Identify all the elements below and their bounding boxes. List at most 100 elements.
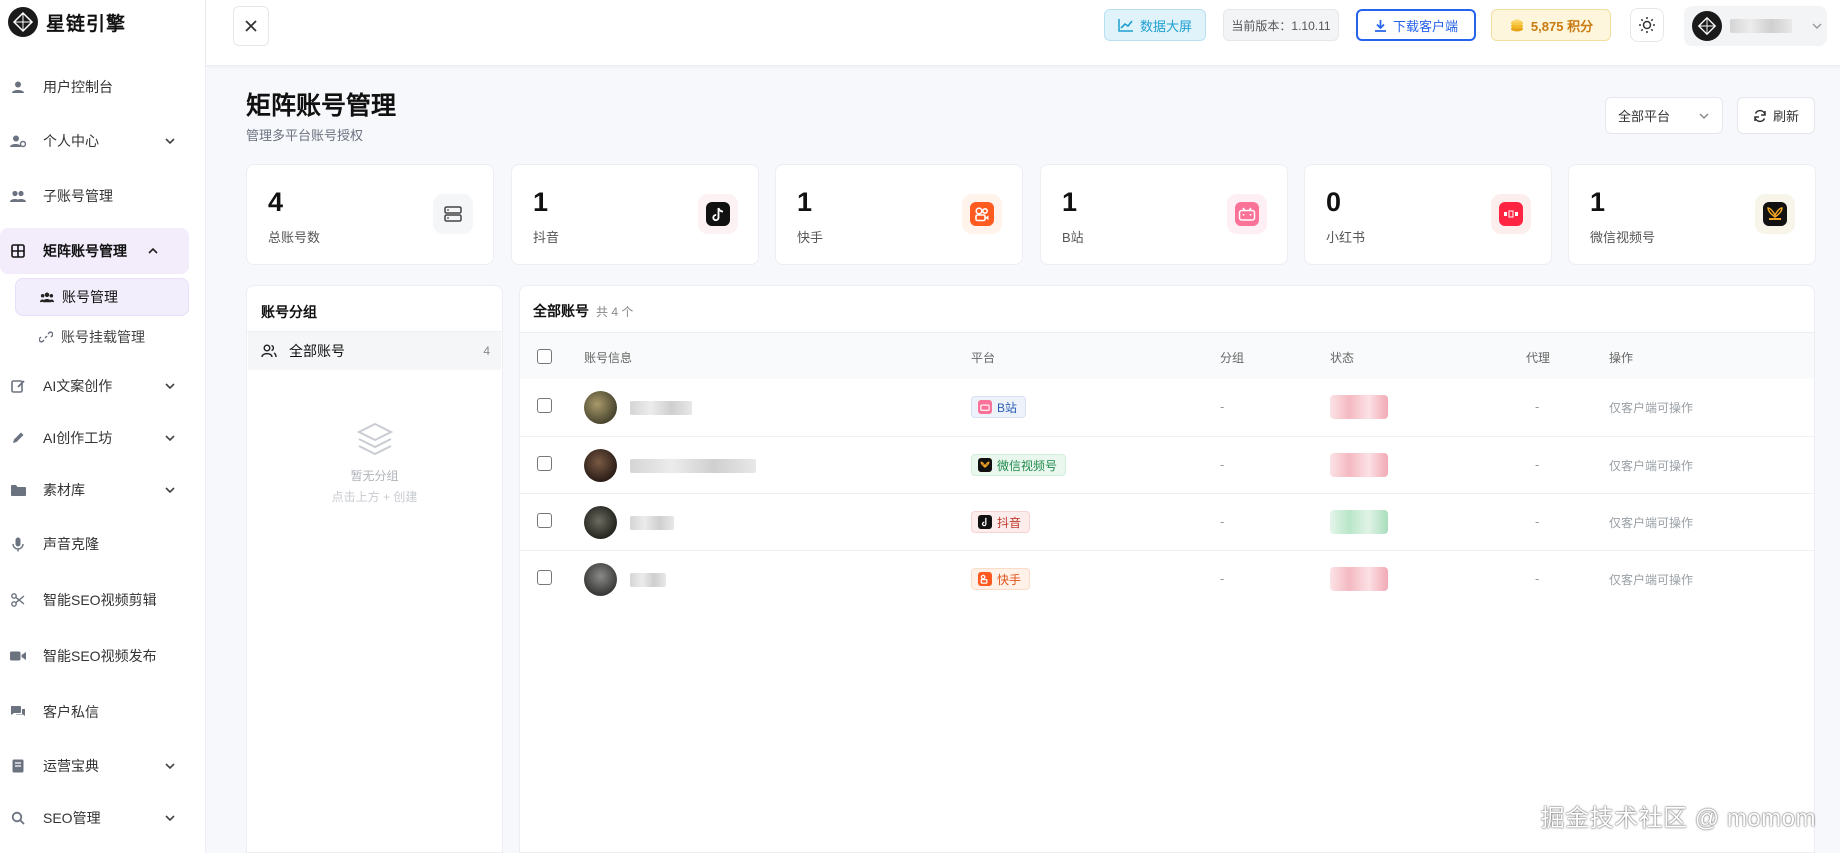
platform-filter-select[interactable]: 全部平台: [1605, 97, 1723, 134]
page-title: 矩阵账号管理: [246, 92, 397, 120]
sidebar-item-ai-workshop[interactable]: AI创作工坊: [0, 415, 206, 461]
sidebar-item-label: 个人中心: [43, 133, 99, 149]
pencil-icon: [10, 430, 26, 446]
video-icon: [10, 648, 26, 664]
bilibili-icon: [978, 400, 992, 414]
table-row: 快手 - - 仅客户端可操作: [520, 550, 1814, 607]
sidebar-item-account-management[interactable]: 账号管理: [15, 278, 189, 316]
stat-card-bilibili: 1 B站: [1040, 164, 1288, 265]
sidebar-item-label: 客户私信: [43, 704, 99, 720]
sidebar-item-label: 用户控制台: [43, 79, 113, 95]
chart-line-icon: [1118, 19, 1133, 32]
close-icon: [245, 20, 257, 32]
stat-card-kuaishou: 1 快手: [775, 164, 1023, 265]
platform-tag-label: 抖音: [997, 515, 1022, 530]
version-badge: 当前版本：1.10.11: [1223, 9, 1339, 41]
account-name-redacted: [630, 401, 692, 415]
table-row: B站 - - 仅客户端可操作: [520, 379, 1814, 436]
sidebar-item-seo-video-edit[interactable]: 智能SEO视频剪辑: [0, 577, 206, 623]
sidebar-item-seo-management[interactable]: SEO管理: [0, 795, 206, 841]
status-badge: [1330, 395, 1388, 419]
sidebar-item-personal-center[interactable]: 个人中心: [0, 118, 206, 164]
account-name-redacted: [630, 573, 666, 587]
table-row: 抖音 - - 仅客户端可操作: [520, 493, 1814, 550]
user-menu[interactable]: [1684, 6, 1827, 46]
chevron-down-icon: [164, 483, 176, 499]
sidebar-item-ai-copywriting[interactable]: AI文案创作: [0, 363, 206, 409]
status-badge: [1330, 510, 1388, 534]
douyin-icon: [698, 194, 738, 234]
sidebar-item-label: 智能SEO视频剪辑: [43, 592, 157, 608]
wechat-channels-icon: [1755, 194, 1795, 234]
layers-icon: [356, 422, 393, 456]
status-badge: [1330, 567, 1388, 591]
brand[interactable]: 星链引擎: [0, 0, 205, 44]
platform-filter-value: 全部平台: [1618, 109, 1671, 124]
chat-icon: [10, 704, 26, 720]
stat-label: 小红书: [1326, 230, 1366, 245]
points-label: 5,875 积分: [1530, 18, 1594, 34]
wechat-channels-icon: [978, 458, 992, 472]
th-action: 操作: [1609, 351, 1634, 365]
sidebar-item-matrix-accounts[interactable]: 矩阵账号管理: [0, 228, 189, 274]
row-checkbox[interactable]: [537, 570, 552, 585]
link-icon: [39, 330, 53, 344]
sidebar-item-operations-guide[interactable]: 运营宝典: [0, 743, 206, 789]
stat-card-total: 4 总账号数: [246, 164, 494, 265]
account-name-redacted: [630, 459, 756, 473]
douyin-icon: [978, 515, 992, 529]
group-cell: -: [1220, 514, 1225, 529]
chevron-down-icon: [164, 134, 176, 150]
empty-title: 暂无分组: [350, 469, 399, 483]
download-client-label: 下载客户端: [1392, 18, 1458, 34]
platform-tag: 微信视频号: [971, 454, 1067, 476]
sidebar-item-label: 账号挂载管理: [61, 329, 145, 345]
sidebar-item-seo-video-publish[interactable]: 智能SEO视频发布: [0, 633, 206, 679]
sidebar-item-customer-messages[interactable]: 客户私信: [0, 689, 206, 735]
th-status: 状态: [1330, 351, 1355, 365]
refresh-button[interactable]: 刷新: [1737, 97, 1815, 134]
points-button[interactable]: 5,875 积分: [1491, 9, 1611, 41]
select-all-checkbox[interactable]: [537, 349, 552, 364]
sidebar-item-label: 账号管理: [62, 289, 118, 305]
refresh-label: 刷新: [1772, 109, 1799, 124]
chevron-down-icon: [1812, 23, 1822, 29]
chevron-down-icon: [164, 759, 176, 775]
avatar: [584, 391, 617, 424]
sidebar-item-label: SEO管理: [43, 810, 101, 826]
watermark: 掘金技术社区 @ momom: [1540, 805, 1816, 832]
data-dashboard-button[interactable]: 数据大屏: [1104, 9, 1206, 41]
table-title: 全部账号: [533, 303, 589, 319]
group-item-count: 4: [483, 344, 490, 358]
sidebar-item-account-mount[interactable]: 账号挂载管理: [15, 318, 189, 356]
group-item-label: 全部账号: [289, 343, 345, 359]
row-checkbox[interactable]: [537, 513, 552, 528]
sidebar-item-voice-clone[interactable]: 声音克隆: [0, 521, 206, 567]
avatar: [1692, 11, 1722, 41]
row-checkbox[interactable]: [537, 398, 552, 413]
account-groups-panel: 账号分组 全部账号 4 暂无分组 点击上方 + 创建: [246, 285, 503, 853]
sidebar-item-label: 声音克隆: [43, 536, 99, 552]
group-cell: -: [1220, 399, 1225, 414]
table-row: 微信视频号 - - 仅客户端可操作: [520, 436, 1814, 493]
close-button[interactable]: [233, 6, 269, 46]
platform-tag: B站: [971, 396, 1027, 418]
search-icon: [10, 810, 26, 826]
sidebar-item-user-console[interactable]: 用户控制台: [0, 64, 206, 110]
proxy-cell: -: [1535, 514, 1540, 529]
row-checkbox[interactable]: [537, 456, 552, 471]
sidebar-item-label: 智能SEO视频发布: [43, 648, 157, 664]
sidebar-item-label: 子账号管理: [43, 188, 113, 204]
folder-icon: [10, 482, 26, 498]
group-item-all[interactable]: 全部账号 4: [248, 332, 501, 370]
proxy-cell: -: [1535, 399, 1540, 414]
chevron-down-icon: [164, 431, 176, 447]
download-client-button[interactable]: 下载客户端: [1356, 9, 1476, 41]
theme-toggle-button[interactable]: [1630, 8, 1664, 42]
sidebar-item-sub-accounts[interactable]: 子账号管理: [0, 173, 206, 219]
sidebar-item-material-library[interactable]: 素材库: [0, 467, 206, 513]
action-cell: 仅客户端可操作: [1609, 459, 1694, 473]
stat-label: 快手: [797, 230, 824, 245]
chevron-down-icon: [164, 379, 176, 395]
stat-label: 抖音: [533, 230, 560, 245]
